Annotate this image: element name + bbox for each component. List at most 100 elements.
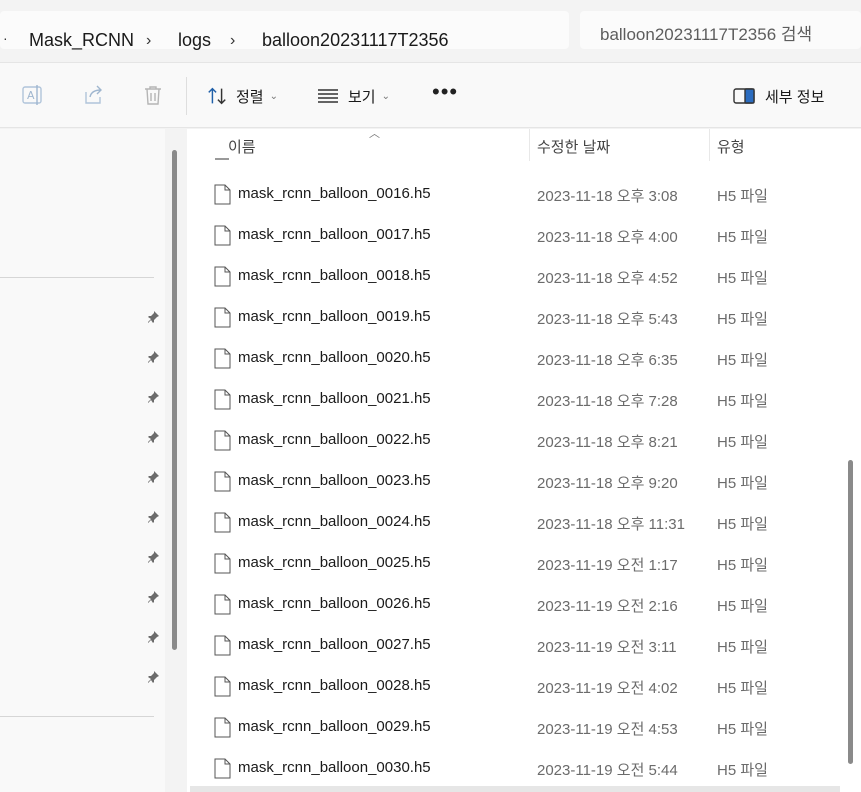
table-row[interactable]: mask_rcnn_balloon_0018.h5 2023-11-18 오후 4…: [187, 255, 837, 296]
breadcrumb-overflow[interactable]: ·: [3, 30, 8, 46]
sort-icon: [208, 87, 226, 105]
file-type: H5 파일: [717, 393, 768, 410]
file-icon: [214, 184, 231, 205]
file-modified: 2023-11-18 오후 7:28: [537, 393, 678, 410]
file-icon: [214, 471, 231, 492]
table-row[interactable]: mask_rcnn_balloon_0025.h5 2023-11-19 오전 1…: [187, 542, 837, 583]
chevron-right-icon[interactable]: ›: [230, 32, 235, 50]
file-icon: [214, 676, 231, 697]
table-row[interactable]: mask_rcnn_balloon_0019.h5 2023-11-18 오후 5…: [187, 296, 837, 337]
file-icon: [214, 553, 231, 574]
file-modified: 2023-11-19 오전 1:17: [537, 557, 678, 574]
table-row[interactable]: mask_rcnn_balloon_0020.h5 2023-11-18 오후 6…: [187, 337, 837, 378]
details-button[interactable]: 세부 정보: [733, 82, 824, 110]
rename-icon[interactable]: A: [21, 83, 45, 107]
file-modified: 2023-11-18 오후 3:08: [537, 188, 678, 205]
table-row[interactable]: mask_rcnn_balloon_0024.h5 2023-11-18 오후 1…: [187, 501, 837, 542]
sort-label: 정렬: [236, 88, 264, 106]
pin-icon[interactable]: [146, 430, 160, 444]
delete-icon[interactable]: [141, 83, 165, 107]
file-type: H5 파일: [717, 557, 768, 574]
pin-icon[interactable]: [146, 510, 160, 524]
table-row[interactable]: mask_rcnn_balloon_0027.h5 2023-11-19 오전 3…: [187, 624, 837, 665]
file-name: mask_rcnn_balloon_0022.h5: [238, 431, 431, 448]
table-row[interactable]: mask_rcnn_balloon_0016.h5 2023-11-18 오후 3…: [187, 173, 837, 214]
breadcrumb[interactable]: · Mask_RCNN › logs › balloon20231117T235…: [0, 11, 569, 51]
pin-icon[interactable]: [146, 590, 160, 604]
pin-icon[interactable]: [146, 350, 160, 364]
nav-divider: [0, 277, 154, 278]
file-modified: 2023-11-18 오후 6:35: [537, 352, 678, 369]
file-modified: 2023-11-18 오후 9:20: [537, 475, 678, 492]
horizontal-scrollbar[interactable]: [190, 786, 840, 792]
table-row[interactable]: mask_rcnn_balloon_0021.h5 2023-11-18 오후 7…: [187, 378, 837, 419]
column-divider[interactable]: [529, 129, 530, 161]
pin-icon[interactable]: [146, 470, 160, 484]
chevron-down-icon: ⌄: [381, 90, 390, 102]
pin-icon[interactable]: [146, 670, 160, 684]
svg-text:A: A: [27, 89, 35, 102]
file-modified: 2023-11-19 오전 4:53: [537, 721, 678, 738]
file-list: ︿ 이름 수정한 날짜 유형 mask_rcnn_balloon_0016.h5…: [187, 128, 861, 792]
sort-button[interactable]: 정렬 ⌄: [206, 82, 278, 110]
sort-ascending-icon: ︿: [369, 128, 380, 140]
search-input[interactable]: balloon20231117T2356 검색: [600, 20, 812, 45]
table-row[interactable]: mask_rcnn_balloon_0026.h5 2023-11-19 오전 2…: [187, 583, 837, 624]
file-type: H5 파일: [717, 680, 768, 697]
file-type: H5 파일: [717, 598, 768, 615]
share-icon[interactable]: [81, 83, 105, 107]
vertical-scrollbar[interactable]: [848, 460, 853, 764]
chevron-right-icon[interactable]: ›: [146, 32, 151, 50]
breadcrumb-item-mask-rcnn[interactable]: Mask_RCNN: [29, 30, 134, 51]
file-name: mask_rcnn_balloon_0016.h5: [238, 185, 431, 202]
file-type: H5 파일: [717, 188, 768, 205]
search-box[interactable]: balloon20231117T2356 검색: [580, 11, 861, 49]
column-header-name[interactable]: 이름: [228, 136, 256, 157]
file-name: mask_rcnn_balloon_0025.h5: [238, 554, 431, 571]
file-modified: 2023-11-18 오후 4:52: [537, 270, 678, 287]
breadcrumb-item-logs[interactable]: logs: [178, 30, 211, 51]
file-modified: 2023-11-19 오전 5:44: [537, 762, 678, 779]
table-row[interactable]: mask_rcnn_balloon_0022.h5 2023-11-18 오후 8…: [187, 419, 837, 460]
column-header-type[interactable]: 유형: [717, 136, 745, 157]
file-icon: [214, 389, 231, 410]
navigation-pane[interactable]: [0, 129, 165, 792]
file-icon: [214, 594, 231, 615]
file-icon: [214, 758, 231, 779]
column-divider[interactable]: [709, 129, 710, 161]
file-name: mask_rcnn_balloon_0019.h5: [238, 308, 431, 325]
column-header-modified[interactable]: 수정한 날짜: [537, 136, 610, 157]
view-icon: [318, 89, 338, 103]
nav-scrollbar[interactable]: [172, 150, 177, 650]
table-row[interactable]: mask_rcnn_balloon_0023.h5 2023-11-18 오후 9…: [187, 460, 837, 501]
toolbar-divider: [186, 77, 187, 115]
pin-icon[interactable]: [146, 310, 160, 324]
breadcrumb-item-folder[interactable]: balloon20231117T2356: [262, 30, 449, 51]
more-options-button[interactable]: •••: [432, 81, 458, 103]
file-modified: 2023-11-18 오후 8:21: [537, 434, 678, 451]
file-modified: 2023-11-18 오후 11:31: [537, 516, 685, 533]
view-label: 보기: [348, 88, 376, 106]
file-modified: 2023-11-19 오전 3:11: [537, 639, 677, 656]
file-icon: [214, 266, 231, 287]
file-name: mask_rcnn_balloon_0028.h5: [238, 677, 431, 694]
pin-icon[interactable]: [146, 630, 160, 644]
file-icon: [214, 717, 231, 738]
file-type: H5 파일: [717, 516, 768, 533]
address-bar-area: · Mask_RCNN › logs › balloon20231117T235…: [0, 0, 861, 62]
table-row[interactable]: mask_rcnn_balloon_0017.h5 2023-11-18 오후 4…: [187, 214, 837, 255]
file-name: mask_rcnn_balloon_0023.h5: [238, 472, 431, 489]
file-name: mask_rcnn_balloon_0021.h5: [238, 390, 431, 407]
table-row[interactable]: mask_rcnn_balloon_0030.h5 2023-11-19 오전 5…: [187, 747, 837, 788]
file-name: mask_rcnn_balloon_0024.h5: [238, 513, 431, 530]
file-icon: [214, 512, 231, 533]
view-button[interactable]: 보기 ⌄: [316, 82, 390, 110]
details-label: 세부 정보: [765, 88, 825, 106]
file-name: mask_rcnn_balloon_0020.h5: [238, 349, 431, 366]
pin-icon[interactable]: [146, 390, 160, 404]
pin-icon[interactable]: [146, 550, 160, 564]
table-row[interactable]: mask_rcnn_balloon_0028.h5 2023-11-19 오전 4…: [187, 665, 837, 706]
file-type: H5 파일: [717, 311, 768, 328]
file-type: H5 파일: [717, 721, 768, 738]
table-row[interactable]: mask_rcnn_balloon_0029.h5 2023-11-19 오전 4…: [187, 706, 837, 747]
